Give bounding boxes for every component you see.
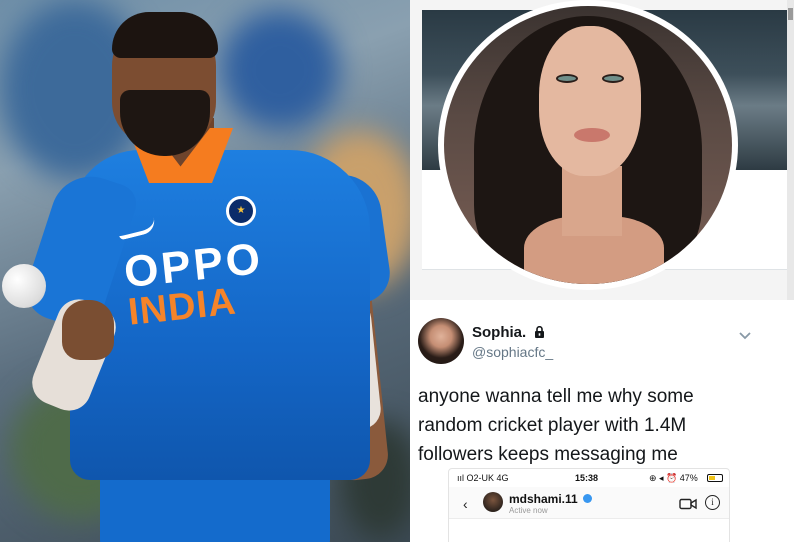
eye	[602, 74, 624, 83]
profile-photo-image	[444, 6, 732, 284]
scrollbar[interactable]	[787, 0, 794, 300]
phone-status-bar: ııl O2-UK 4G 15:38 ⊕ ◂ ⏰ 47%	[449, 469, 729, 487]
tweet-avatar[interactable]	[418, 318, 464, 364]
star-icon: ★	[236, 205, 246, 216]
clock-time: 15:38	[575, 473, 599, 483]
profile-photo	[438, 0, 738, 290]
eye	[556, 74, 578, 83]
tweet-display-name[interactable]: Sophia.	[472, 324, 545, 341]
active-status: Active now	[509, 506, 548, 515]
video-call-icon[interactable]	[679, 497, 697, 515]
carrier-label: ııl O2-UK 4G	[457, 473, 509, 483]
tweet-card: Sophia. @sophiacfc_ anyone wanna tell me…	[410, 300, 794, 542]
neck	[562, 166, 622, 236]
verified-badge-icon	[583, 494, 593, 503]
lips	[574, 128, 610, 142]
instagram-dm-screenshot: ııl O2-UK 4G 15:38 ⊕ ◂ ⏰ 47% ‹ mdshami.1…	[448, 468, 730, 542]
player-photo: ★ OPPO INDIA	[0, 0, 410, 542]
tweet-handle[interactable]: @sophiacfc_	[472, 344, 553, 360]
battery-icon	[707, 474, 723, 482]
info-icon[interactable]: i	[705, 495, 720, 510]
bcci-emblem-icon: ★	[226, 196, 256, 226]
display-name-text: Sophia.	[472, 324, 527, 341]
dm-username-text: mdshami.11	[509, 492, 578, 506]
chevron-down-icon[interactable]	[738, 328, 752, 340]
lock-icon	[534, 325, 545, 342]
battery-level	[709, 476, 715, 480]
cricket-ball	[2, 264, 46, 308]
status-icons: ⊕ ◂ ⏰ 47%	[649, 473, 698, 483]
dm-avatar[interactable]	[483, 492, 503, 512]
dm-username[interactable]: mdshami.11	[509, 492, 593, 506]
back-arrow-icon[interactable]: ‹	[463, 497, 468, 511]
crowd-background	[220, 10, 340, 130]
face	[539, 26, 641, 176]
scrollbar-thumb[interactable]	[788, 8, 793, 20]
tweet-body: anyone wanna tell me why some random cri…	[418, 386, 694, 465]
left-hand	[62, 300, 114, 360]
player-hair	[112, 12, 218, 58]
dm-header: ‹ mdshami.11 Active now i	[449, 487, 729, 519]
